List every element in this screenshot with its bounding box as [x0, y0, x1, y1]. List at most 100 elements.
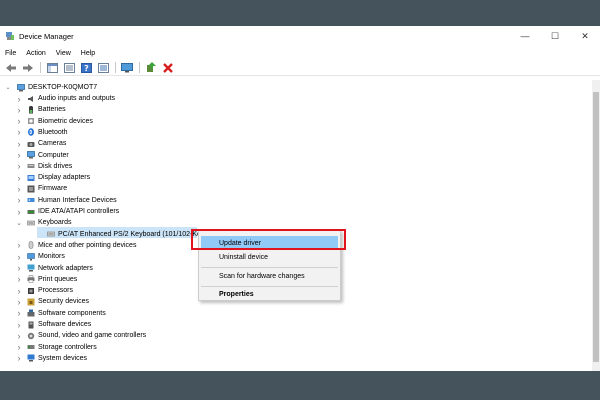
processor-icon — [27, 287, 35, 295]
update-driver-icon[interactable] — [144, 62, 158, 74]
category-label: Sound, video and game controllers — [38, 332, 147, 340]
view-icon[interactable] — [96, 62, 110, 74]
category-label: Firmware — [38, 185, 68, 193]
toolbar-separator — [115, 62, 116, 73]
chevron-right-icon[interactable]: › — [16, 116, 22, 126]
category-label: Disk drives — [38, 162, 73, 170]
software-component-icon — [27, 309, 35, 317]
chevron-right-icon[interactable]: › — [16, 320, 22, 330]
chevron-down-icon[interactable]: ⌄ — [16, 219, 22, 227]
ide-controller-icon — [27, 208, 35, 216]
mouse-icon — [27, 241, 35, 250]
chevron-right-icon[interactable]: › — [16, 150, 22, 160]
menu-bar: File Action View Help — [0, 46, 105, 60]
chevron-right-icon[interactable]: › — [16, 161, 22, 171]
chevron-right-icon[interactable]: › — [16, 184, 22, 194]
system-device-icon — [27, 354, 35, 362]
category-label: Bluetooth — [38, 128, 68, 136]
forward-arrow-icon[interactable] — [21, 62, 35, 74]
category-label: Computer — [38, 151, 69, 159]
security-device-icon — [27, 298, 35, 306]
root-label: DESKTOP-K0QMOT7 — [28, 84, 98, 91]
computer-icon — [17, 83, 25, 92]
category-label: Software devices — [38, 321, 92, 328]
category-label: Storage controllers — [38, 343, 97, 351]
chevron-right-icon[interactable]: › — [16, 195, 22, 205]
context-item-label: Properties — [219, 290, 254, 298]
chevron-right-icon[interactable]: › — [16, 173, 22, 183]
sound-icon — [27, 332, 35, 340]
category-label: Monitors — [38, 253, 65, 261]
chevron-down-icon[interactable]: ⌄ — [5, 84, 11, 91]
window-title: Device Manager — [19, 31, 74, 41]
chevron-right-icon[interactable]: › — [16, 342, 22, 352]
properties-icon[interactable] — [62, 62, 76, 74]
uninstall-icon[interactable] — [161, 62, 175, 74]
context-item-label: Scan for hardware changes — [219, 272, 305, 280]
category-label: Mice and other pointing devices — [38, 241, 137, 249]
camera-icon — [27, 140, 35, 148]
battery-icon — [27, 105, 35, 114]
context-separator — [201, 267, 338, 268]
minimize-button[interactable]: — — [510, 26, 540, 46]
monitor-icon[interactable] — [120, 62, 134, 74]
hid-icon — [27, 196, 35, 204]
network-adapter-icon — [27, 264, 35, 272]
device-manager-window: Device Manager — ☐ ✕ File Action View He… — [0, 26, 600, 371]
show-hide-console-tree-icon[interactable] — [45, 62, 59, 74]
chevron-right-icon[interactable]: › — [16, 252, 22, 262]
menu-file[interactable]: File — [5, 50, 16, 57]
window-controls: — ☐ ✕ — [510, 26, 600, 46]
menu-help[interactable]: Help — [81, 50, 95, 57]
context-uninstall-device[interactable]: Uninstall device — [199, 250, 340, 264]
toolbar-separator — [40, 62, 41, 73]
category-label: IDE ATA/ATAPI controllers — [38, 208, 120, 215]
speaker-icon — [27, 95, 35, 103]
category-label: Audio inputs and outputs — [38, 95, 116, 102]
chevron-right-icon[interactable]: › — [16, 263, 22, 273]
menu-action[interactable]: Action — [26, 50, 45, 57]
category-label: Software components — [38, 309, 106, 317]
chevron-right-icon[interactable]: › — [16, 94, 22, 104]
firmware-icon — [27, 185, 35, 193]
display-adapter-icon — [27, 174, 35, 182]
chevron-right-icon[interactable]: › — [16, 297, 22, 307]
maximize-button[interactable]: ☐ — [540, 26, 570, 46]
category-label: Batteries — [38, 106, 66, 114]
printer-icon — [27, 275, 35, 284]
chevron-right-icon[interactable]: › — [16, 207, 22, 217]
annotation-highlight-box — [191, 229, 346, 250]
context-properties[interactable]: Properties — [199, 287, 340, 301]
back-arrow-icon[interactable] — [4, 62, 18, 74]
close-button[interactable]: ✕ — [570, 26, 600, 46]
keyboard-icon — [47, 230, 55, 238]
device-manager-icon — [5, 31, 15, 41]
help-icon[interactable]: ? — [79, 62, 93, 74]
keyboard-icon — [27, 219, 35, 227]
toolbar: ? — [0, 60, 600, 76]
category-label: Security devices — [38, 298, 89, 306]
device-label: PC/AT Enhanced PS/2 Keyboard (101/102-Ke… — [58, 230, 207, 238]
scrollbar-thumb[interactable] — [593, 92, 599, 362]
category-label: Keyboards — [38, 219, 72, 227]
chevron-right-icon[interactable]: › — [16, 286, 22, 296]
title-bar: Device Manager — ☐ ✕ — [0, 26, 600, 46]
toolbar-separator — [139, 62, 140, 73]
biometric-icon — [27, 117, 35, 125]
svg-text:?: ? — [84, 64, 89, 73]
context-scan-hardware[interactable]: Scan for hardware changes — [199, 269, 340, 283]
chevron-right-icon[interactable]: › — [16, 139, 22, 149]
chevron-right-icon[interactable]: › — [16, 127, 22, 137]
bluetooth-icon — [27, 128, 35, 137]
chevron-right-icon[interactable]: › — [16, 274, 22, 284]
chevron-right-icon[interactable]: › — [16, 308, 22, 318]
chevron-right-icon[interactable]: › — [16, 353, 22, 363]
chevron-right-icon[interactable]: › — [16, 240, 22, 250]
storage-controller-icon — [27, 343, 35, 351]
category-label: Network adapters — [38, 264, 93, 272]
category-label: Print queues — [38, 275, 78, 283]
chevron-right-icon[interactable]: › — [16, 331, 22, 341]
chevron-right-icon[interactable]: › — [16, 105, 22, 115]
computer-icon — [27, 151, 35, 159]
menu-view[interactable]: View — [56, 50, 71, 57]
